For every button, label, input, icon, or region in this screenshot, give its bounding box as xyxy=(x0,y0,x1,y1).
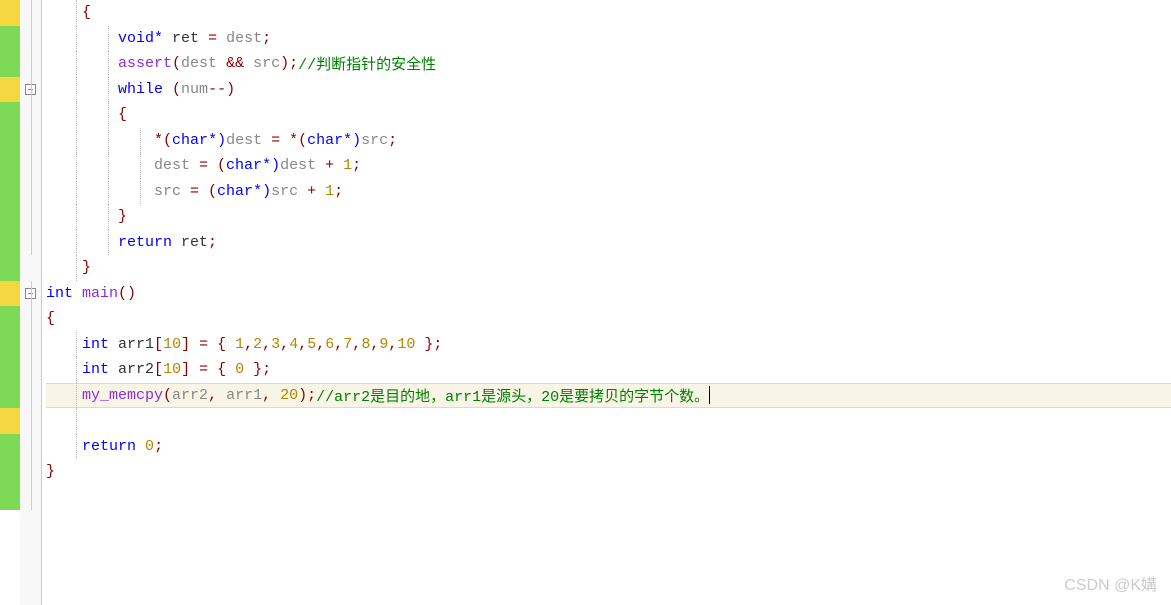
code-line[interactable]: } xyxy=(46,459,1171,485)
change-marker xyxy=(0,459,20,485)
change-marker xyxy=(0,153,20,179)
change-marker xyxy=(0,0,20,26)
fold-toggle[interactable] xyxy=(20,77,41,103)
change-margin xyxy=(0,0,20,605)
text-cursor xyxy=(709,386,710,404)
code-line-active[interactable]: my_memcpy(arr2, arr1, 20);//arr2是目的地，arr… xyxy=(46,383,1171,409)
fold-guide xyxy=(20,408,41,434)
code-line[interactable]: } xyxy=(46,204,1171,230)
change-marker xyxy=(0,306,20,332)
fold-guide xyxy=(20,179,41,205)
change-marker xyxy=(0,230,20,256)
change-marker xyxy=(0,77,20,103)
code-line[interactable]: dest = (char*)dest + 1; xyxy=(46,153,1171,179)
code-line[interactable]: assert(dest && src);//判断指针的安全性 xyxy=(46,51,1171,77)
code-line[interactable]: while (num--) xyxy=(46,77,1171,103)
fold-guide xyxy=(20,332,41,358)
fold-guide xyxy=(20,51,41,77)
code-line[interactable]: { xyxy=(46,102,1171,128)
code-line[interactable] xyxy=(46,408,1171,434)
change-marker xyxy=(0,408,20,434)
fold-guide xyxy=(20,357,41,383)
change-marker xyxy=(0,128,20,154)
change-marker xyxy=(0,102,20,128)
change-marker xyxy=(0,383,20,409)
change-marker xyxy=(0,332,20,358)
fold-guide xyxy=(20,0,41,26)
fold-guide xyxy=(20,230,41,256)
fold-guide xyxy=(20,102,41,128)
fold-guide xyxy=(20,255,41,281)
fold-gutter[interactable] xyxy=(20,0,42,605)
fold-guide xyxy=(20,306,41,332)
fold-guide xyxy=(20,153,41,179)
change-marker xyxy=(0,485,20,511)
code-line[interactable]: *(char*)dest = *(char*)src; xyxy=(46,128,1171,154)
code-line[interactable]: { xyxy=(46,0,1171,26)
fold-guide xyxy=(20,485,41,511)
code-line[interactable]: return 0; xyxy=(46,434,1171,460)
fold-guide xyxy=(20,128,41,154)
change-marker xyxy=(0,204,20,230)
fold-guide xyxy=(20,434,41,460)
change-marker xyxy=(0,51,20,77)
change-marker xyxy=(0,26,20,52)
code-line[interactable]: src = (char*)src + 1; xyxy=(46,179,1171,205)
code-line[interactable]: return ret; xyxy=(46,230,1171,256)
fold-guide xyxy=(20,383,41,409)
fold-guide xyxy=(20,26,41,52)
fold-guide xyxy=(20,204,41,230)
change-marker xyxy=(0,255,20,281)
code-line[interactable]: } xyxy=(46,255,1171,281)
code-line[interactable]: void* ret = dest; xyxy=(46,26,1171,52)
code-line[interactable]: { xyxy=(46,306,1171,332)
code-line[interactable]: int arr1[10] = { 1,2,3,4,5,6,7,8,9,10 }; xyxy=(46,332,1171,358)
change-marker xyxy=(0,281,20,307)
fold-guide xyxy=(20,459,41,485)
change-marker xyxy=(0,434,20,460)
change-marker xyxy=(0,357,20,383)
code-line[interactable]: int main() xyxy=(46,281,1171,307)
change-marker xyxy=(0,179,20,205)
watermark: CSDN @K媾 xyxy=(1064,571,1157,595)
code-area[interactable]: { void* ret = dest; assert(dest && src);… xyxy=(42,0,1171,605)
fold-toggle[interactable] xyxy=(20,281,41,307)
code-line[interactable]: int arr2[10] = { 0 }; xyxy=(46,357,1171,383)
code-editor[interactable]: { void* ret = dest; assert(dest && src);… xyxy=(0,0,1171,605)
